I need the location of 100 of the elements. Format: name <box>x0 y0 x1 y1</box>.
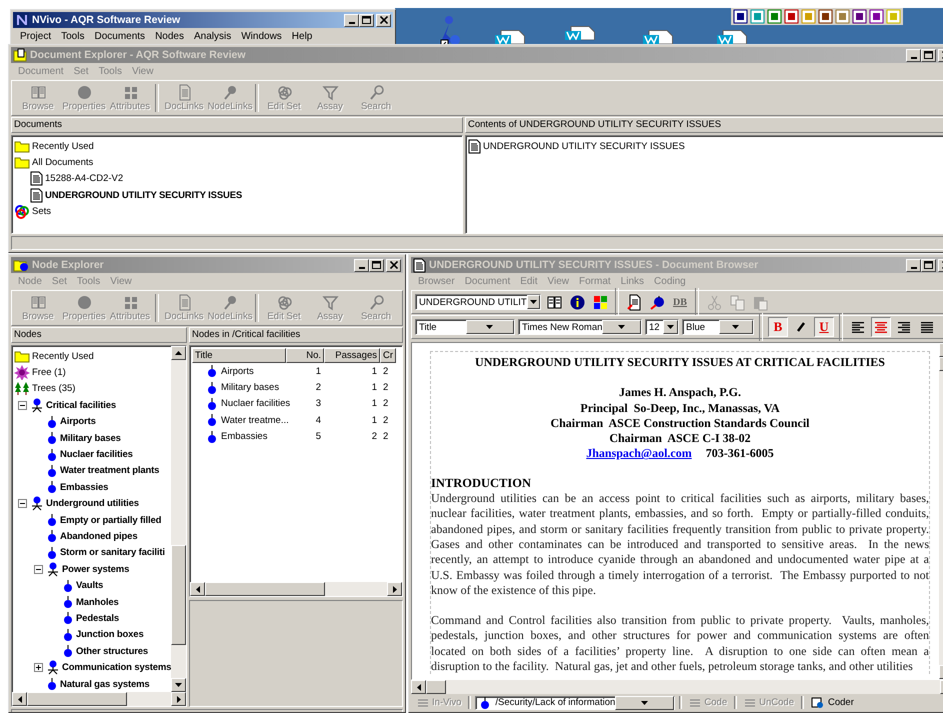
close-button[interactable] <box>386 258 401 272</box>
tree-item[interactable]: Sets <box>30 206 54 218</box>
node-icon <box>479 696 492 710</box>
app-icon[interactable] <box>852 9 867 24</box>
menu-item[interactable]: Help <box>286 30 318 42</box>
collapse-button[interactable] <box>18 400 27 410</box>
email-link[interactable]: Jhanspach@aol.com <box>586 446 692 462</box>
toolbar-button[interactable]: Coder <box>808 696 857 710</box>
app-icon[interactable] <box>784 9 799 24</box>
node-dropdown[interactable]: /Security/Lack of information <box>475 696 676 710</box>
tree-item[interactable]: 15288-A4-CD2-V2 <box>43 173 126 184</box>
document-icon <box>30 188 43 203</box>
tree-item[interactable]: Recently Used <box>30 140 96 152</box>
scroll-thumb[interactable] <box>171 545 186 645</box>
scrollbar[interactable] <box>171 346 186 692</box>
search-icon <box>368 294 384 311</box>
scrollbar[interactable] <box>12 692 186 706</box>
node-icon <box>648 294 666 310</box>
table-cell[interactable]: Nuclaer facilities <box>221 398 290 410</box>
column-header[interactable]: Passages <box>324 348 380 363</box>
column-header[interactable]: Cr <box>380 348 396 363</box>
tree-item[interactable]: Water treatment plants <box>58 465 162 476</box>
tree-item[interactable]: Embassies <box>58 482 110 493</box>
tree-item[interactable]: Recently Used <box>30 350 96 362</box>
column-header[interactable]: No. <box>286 348 324 363</box>
scroll-thumb[interactable] <box>27 692 127 706</box>
tree-item[interactable]: Junction boxes <box>74 629 146 640</box>
circles-icon <box>14 204 30 220</box>
maximize-button[interactable] <box>921 258 936 272</box>
expand-button[interactable] <box>34 663 43 672</box>
menu-item[interactable]: Analysis <box>188 30 236 42</box>
menu-item[interactable]: Tools <box>56 30 90 42</box>
tree-item[interactable]: Airports <box>58 416 98 428</box>
tree-item[interactable]: Free (1) <box>30 367 68 378</box>
minimize-button[interactable] <box>354 258 369 272</box>
tree-item[interactable]: Abandoned pipes <box>58 530 140 542</box>
down-arrow-icon <box>618 325 626 329</box>
tree-item[interactable]: All Documents <box>30 157 96 168</box>
close-button[interactable] <box>376 14 391 26</box>
table-cell[interactable]: Water treatme... <box>221 414 289 426</box>
scroll-thumb[interactable] <box>426 680 446 694</box>
tree-item[interactable]: Underground utilities <box>44 498 141 510</box>
tree-item[interactable]: Nuclaer facilities <box>58 449 135 460</box>
funnel-icon <box>322 294 338 311</box>
tree-item[interactable]: Natural gas systems <box>58 678 152 690</box>
app-icon[interactable] <box>733 9 748 24</box>
maximize-button[interactable] <box>369 258 384 272</box>
tree-item[interactable]: Empty or partially filled <box>58 514 164 526</box>
tree-item[interactable]: Critical facilities <box>44 400 118 411</box>
tree-item[interactable]: Pedestals <box>74 612 122 624</box>
collapse-button[interactable] <box>18 499 27 508</box>
minimize-button[interactable] <box>906 48 921 62</box>
column-header[interactable]: Title <box>192 348 286 363</box>
down-arrow-icon <box>732 325 740 329</box>
menu-item[interactable]: Project <box>15 30 56 42</box>
minimize-button[interactable] <box>344 14 359 26</box>
lines-icon <box>744 696 756 708</box>
maximize-button[interactable] <box>921 48 936 62</box>
tree-item[interactable]: Communication systems <box>60 662 171 674</box>
tree-item[interactable]: Other structures <box>74 646 150 657</box>
size-dropdown[interactable]: 12 <box>645 319 679 335</box>
menu-item[interactable]: Documents <box>89 30 150 42</box>
tree-item[interactable]: UNDERGROUND UTILITY SECURITY ISSUES <box>43 190 244 201</box>
node-icon <box>206 380 218 395</box>
author-line: Chairman ASCE C-I 38-02 <box>608 431 752 446</box>
collapse-button[interactable] <box>34 564 43 574</box>
node-icon <box>62 611 74 626</box>
tree-item[interactable]: Storm or sanitary faciliti <box>58 547 167 558</box>
minimize-button[interactable] <box>906 258 921 272</box>
scrollbar[interactable] <box>190 582 402 596</box>
app-icon[interactable] <box>818 9 833 24</box>
tree-item[interactable]: Vaults <box>74 580 106 592</box>
menu-item[interactable]: Nodes <box>150 30 189 42</box>
app-icon[interactable] <box>869 9 884 24</box>
node-icon <box>62 595 74 610</box>
scrollbar[interactable] <box>411 680 943 694</box>
up-arrow-icon <box>175 351 182 355</box>
node-icon <box>46 464 58 478</box>
table-cell[interactable]: Embassies <box>221 431 268 442</box>
align-center-icon <box>874 320 888 334</box>
node-icon <box>46 414 58 429</box>
font-dropdown[interactable]: Times New Roman <box>518 319 642 335</box>
tree-item[interactable]: Military bases <box>58 432 123 444</box>
maximize-button[interactable] <box>359 14 374 26</box>
tree-item[interactable]: Trees (35) <box>30 383 78 394</box>
circle-icon <box>76 84 92 101</box>
tree-item[interactable]: Manholes <box>74 596 121 608</box>
style-dropdown[interactable]: Title <box>415 319 515 335</box>
document-icon <box>626 294 642 310</box>
document-dropdown[interactable]: UNDERGROUND UTILIT <box>415 294 541 310</box>
menu-item[interactable]: Windows <box>236 30 287 42</box>
scroll-thumb[interactable] <box>205 582 325 596</box>
colour-dropdown[interactable]: Blue <box>682 319 754 335</box>
format-button[interactable]: U <box>814 317 834 337</box>
node-icon <box>206 413 218 428</box>
tree-item[interactable]: Power systems <box>60 564 132 575</box>
table-cell[interactable]: Military bases <box>221 382 280 394</box>
tree-item[interactable]: UNDERGROUND UTILITY SECURITY ISSUES <box>481 140 687 152</box>
format-button[interactable]: B <box>768 317 788 337</box>
table-cell[interactable]: Airports <box>221 366 254 377</box>
